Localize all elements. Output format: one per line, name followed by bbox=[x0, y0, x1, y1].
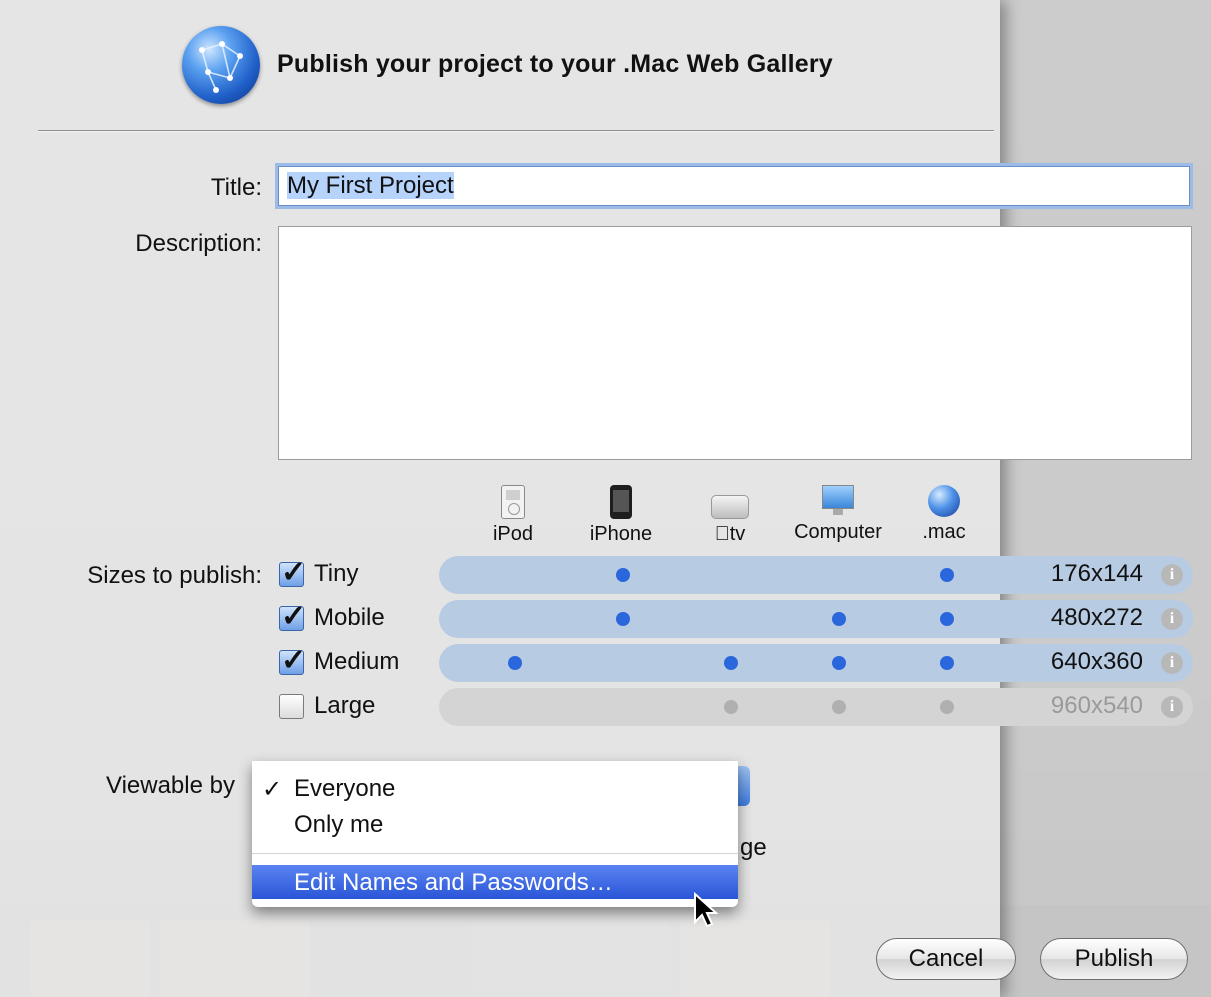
device-compat-dot bbox=[724, 656, 738, 670]
device-compat-dot bbox=[724, 700, 738, 714]
device-compat-dot bbox=[832, 656, 846, 670]
mouse-cursor-icon bbox=[694, 892, 719, 928]
info-icon[interactable]: i bbox=[1161, 652, 1183, 674]
sizes-label: Sizes to publish: bbox=[87, 562, 262, 589]
device-compat-dot bbox=[940, 700, 954, 714]
info-icon[interactable]: i bbox=[1161, 608, 1183, 630]
device-label: iPhone bbox=[589, 523, 653, 545]
size-checkbox-mobile[interactable]: ✓ bbox=[279, 600, 306, 633]
size-row-bar: 960x540 i bbox=[439, 688, 1193, 726]
checkmark-icon: ✓ bbox=[281, 556, 307, 589]
size-label: Large bbox=[314, 692, 376, 719]
viewable-menu: ✓ Everyone Only me Edit Names and Passwo… bbox=[252, 761, 738, 907]
menu-item-label: Everyone bbox=[294, 775, 396, 802]
device-compat-dot bbox=[508, 656, 522, 670]
dotmac-globe-icon bbox=[182, 26, 260, 104]
header-divider bbox=[38, 130, 994, 132]
size-row-bar: 640x360 i bbox=[439, 644, 1193, 682]
device-compat-dot bbox=[616, 568, 630, 582]
size-label: Tiny bbox=[314, 560, 359, 587]
device-ipod: iPod bbox=[458, 485, 568, 546]
publish-button[interactable]: Publish bbox=[1040, 938, 1188, 980]
device-label: .mac bbox=[922, 521, 966, 543]
info-icon[interactable]: i bbox=[1161, 696, 1183, 718]
title-field[interactable]: My First Project bbox=[278, 166, 1190, 206]
size-checkbox-tiny[interactable]: ✓ bbox=[279, 556, 306, 589]
title-field-value: My First Project bbox=[287, 172, 454, 199]
device-dotmac: .mac bbox=[889, 485, 999, 544]
size-checkbox-large[interactable] bbox=[279, 694, 304, 719]
device-iphone: iPhone bbox=[566, 485, 676, 546]
size-row-bar: 176x144 i bbox=[439, 556, 1193, 594]
device-label: tv bbox=[715, 523, 746, 545]
description-field[interactable] bbox=[278, 226, 1192, 460]
device-label: Computer bbox=[794, 521, 882, 543]
checkmark-icon: ✓ bbox=[262, 776, 283, 803]
iphone-icon bbox=[610, 485, 632, 519]
menu-item-everyone[interactable]: ✓ Everyone bbox=[252, 771, 738, 805]
size-label: Medium bbox=[314, 648, 400, 675]
menu-item-only-me[interactable]: Only me bbox=[252, 807, 738, 841]
size-resolution: 960x540 bbox=[1050, 692, 1143, 719]
viewable-label: Viewable by bbox=[106, 772, 235, 799]
device-compat-dot bbox=[832, 612, 846, 626]
device-compat-dot bbox=[616, 612, 630, 626]
device-compat-dot bbox=[940, 568, 954, 582]
dotmac-icon bbox=[928, 485, 960, 517]
device-appletv: tv bbox=[675, 485, 785, 546]
size-resolution: 480x272 bbox=[1050, 604, 1143, 631]
ipod-icon bbox=[501, 485, 525, 519]
sheet-title: Publish your project to your .Mac Web Ga… bbox=[277, 50, 833, 78]
size-row-bar: 480x272 i bbox=[439, 600, 1193, 638]
menu-item-label: Only me bbox=[294, 811, 384, 838]
size-label: Mobile bbox=[314, 604, 385, 631]
menu-separator bbox=[252, 853, 738, 854]
hide-movie-label-suffix: ge bbox=[740, 834, 767, 861]
cancel-button[interactable]: Cancel bbox=[876, 938, 1016, 980]
size-checkbox-medium[interactable]: ✓ bbox=[279, 644, 306, 677]
checkmark-icon: ✓ bbox=[281, 600, 307, 633]
menu-item-edit-names-passwords[interactable]: Edit Names and Passwords… bbox=[252, 865, 738, 899]
device-label: iPod bbox=[492, 523, 534, 545]
background-window-area bbox=[1000, 0, 1211, 997]
info-icon[interactable]: i bbox=[1161, 564, 1183, 586]
size-resolution: 640x360 bbox=[1050, 648, 1143, 675]
description-label: Description: bbox=[135, 230, 262, 257]
device-compat-dot bbox=[832, 700, 846, 714]
menu-item-label: Edit Names and Passwords… bbox=[294, 869, 613, 896]
appletv-icon bbox=[711, 495, 749, 519]
device-computer: Computer bbox=[783, 485, 893, 544]
computer-icon bbox=[822, 485, 854, 517]
device-compat-dot bbox=[940, 656, 954, 670]
size-resolution: 176x144 bbox=[1050, 560, 1143, 587]
device-compat-dot bbox=[940, 612, 954, 626]
checkmark-icon: ✓ bbox=[281, 644, 307, 677]
title-label: Title: bbox=[210, 174, 262, 201]
